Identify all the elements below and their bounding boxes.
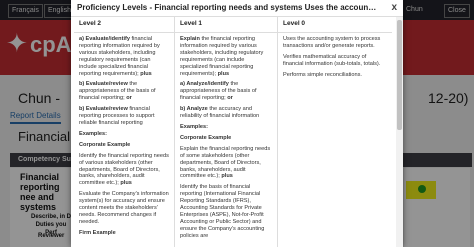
paragraph-connector: plus (140, 70, 152, 77)
paragraph-text: Uses the accounting system to process tr… (283, 36, 381, 49)
paragraph-lead: Firm Example (79, 229, 116, 236)
level-paragraph: a) Evaluate/identify financial reporting… (79, 36, 169, 77)
level-paragraph: Examples: (79, 131, 169, 138)
levels-table: Level 2 a) Evaluate/identify financial r… (74, 17, 396, 247)
paragraph-connector: plus (217, 70, 230, 77)
level-paragraph: Evaluate the Company's information syste… (79, 191, 169, 226)
level-1-body: Explain the financial reporting informat… (175, 33, 277, 247)
paragraph-lead: Examples: (79, 130, 107, 137)
paragraph-lead: Examples: (180, 123, 208, 130)
paragraph-lead: b) Evaluate/review (79, 106, 128, 113)
level-1-header: Level 1 (175, 17, 277, 33)
level-2-body: a) Evaluate/identify financial reporting… (74, 33, 174, 244)
close-icon[interactable]: x (391, 2, 397, 13)
level-0-body: Uses the accounting system to process tr… (278, 33, 392, 86)
level-paragraph: b) Evaluate/review financial reporting p… (79, 106, 169, 127)
level-paragraph: Identify the financial reporting needs o… (79, 153, 169, 188)
level-paragraph: Verifies mathematical accuracy of financ… (283, 54, 387, 68)
paragraph-text: Evaluate the Company's information syste… (79, 191, 169, 225)
level-0-header: Level 0 (278, 17, 392, 33)
level-paragraph: Performs simple reconciliations. (283, 72, 387, 79)
dialog-header: Proficiency Levels - Financial reporting… (71, 0, 403, 17)
level-paragraph: Identify the basis of financial reportin… (180, 184, 272, 239)
paragraph-lead: a) Evaluate/identify (79, 36, 130, 42)
dialog-title: Proficiency Levels - Financial reporting… (77, 3, 377, 12)
paragraph-lead: b) Analyze (180, 106, 208, 113)
level-paragraph: Corporate Example (180, 135, 272, 142)
paragraph-lead: b) Evaluate/review (79, 81, 128, 88)
level-0-column: Level 0 Uses the accounting system to pr… (278, 17, 392, 247)
scrollbar-thumb[interactable] (397, 20, 402, 130)
level-paragraph: Explain the financial reporting informat… (180, 36, 272, 77)
paragraph-lead: Explain (180, 36, 200, 42)
paragraph-connector: plus (120, 180, 132, 187)
level-paragraph: Explain the financial reporting needs of… (180, 146, 272, 181)
level-paragraph: Firm Example (79, 230, 169, 237)
paragraph-lead: a) Analyze/identify (180, 81, 229, 88)
level-paragraph: b) Analyze the accuracy and reliability … (180, 106, 272, 120)
paragraph-connector: or (227, 95, 233, 102)
level-2-column: Level 2 a) Evaluate/identify financial r… (74, 17, 175, 247)
level-paragraph: a) Analyze/identify the appropriateness … (180, 81, 272, 102)
level-paragraph: Uses the accounting system to process tr… (283, 36, 387, 50)
paragraph-text: Performs simple reconciliations. (283, 71, 362, 78)
level-paragraph: Corporate Example (79, 142, 169, 149)
paragraph-connector: or (126, 95, 132, 102)
level-2-header: Level 2 (74, 17, 174, 33)
level-1-column: Level 1 Explain the financial reporting … (175, 17, 278, 247)
paragraph-connector: plus (221, 173, 233, 180)
paragraph-lead: Corporate Example (79, 141, 131, 148)
level-paragraph: Examples: (180, 124, 272, 131)
paragraph-text: Verifies mathematical accuracy of financ… (283, 53, 381, 67)
paragraph-text: Identify the basis of financial reportin… (180, 184, 265, 239)
paragraph-lead: Corporate Example (180, 134, 232, 141)
level-paragraph: b) Evaluate/review the appropriateness o… (79, 81, 169, 102)
proficiency-levels-dialog: Proficiency Levels - Financial reporting… (71, 0, 403, 247)
